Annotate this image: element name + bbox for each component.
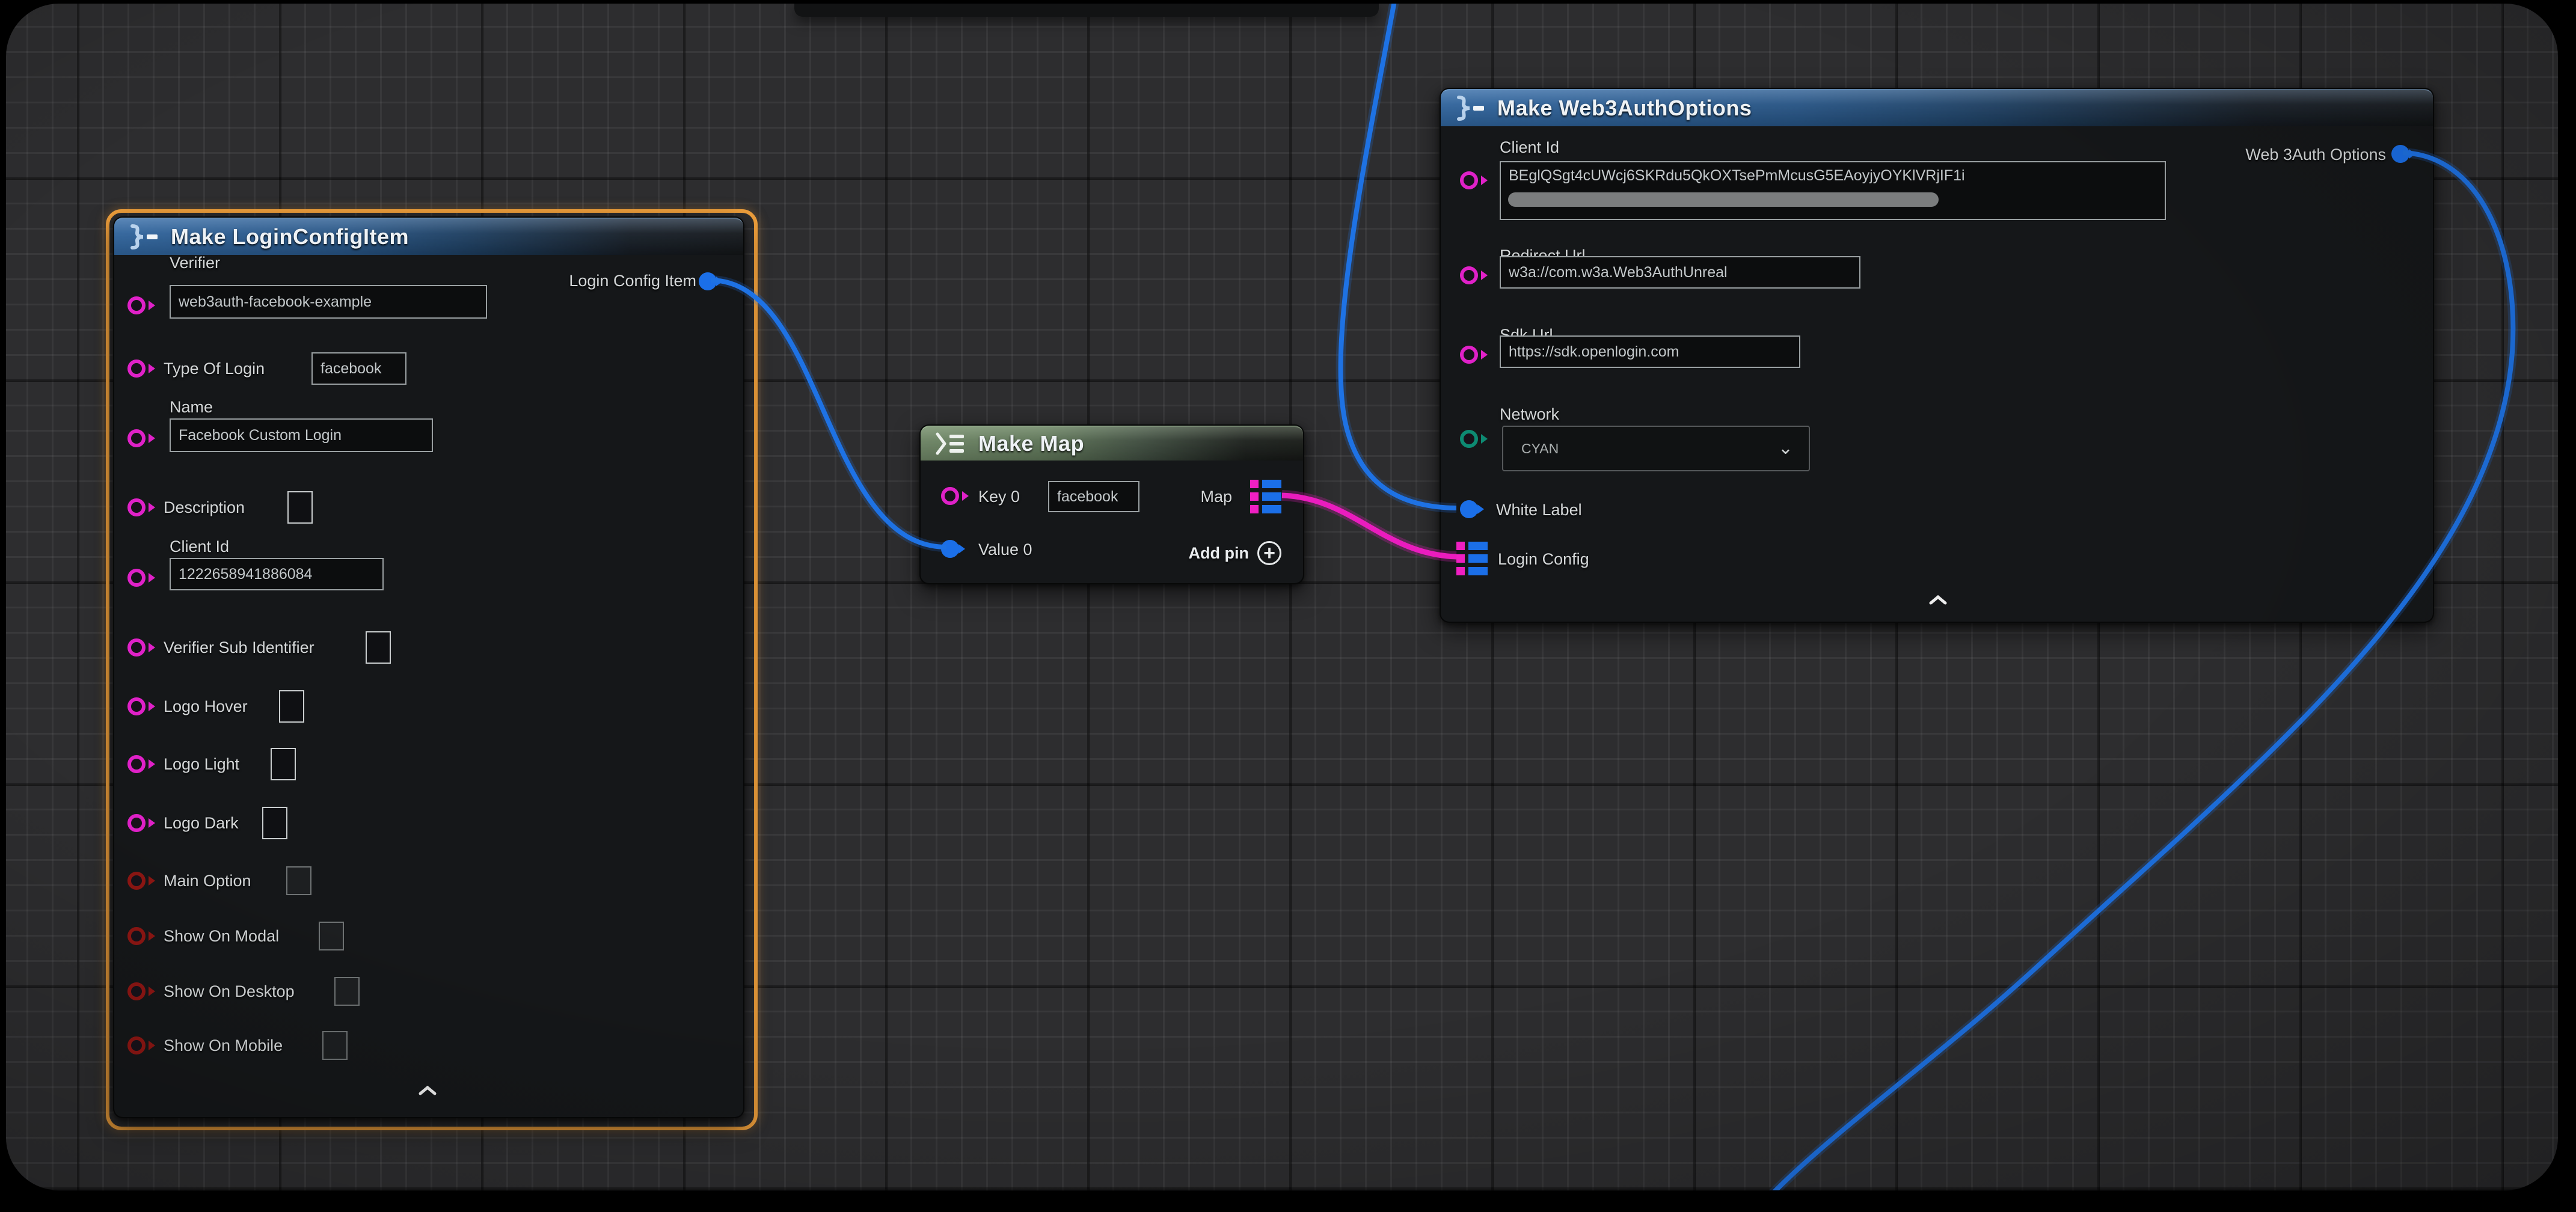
add-pin-plus-icon: + — [1257, 541, 1281, 565]
node-title: Make Web3AuthOptions — [1497, 96, 1752, 121]
logo-light-field[interactable] — [271, 748, 296, 780]
redirect-url-field[interactable]: w3a://com.w3a.Web3AuthUnreal — [1500, 256, 1860, 289]
node-make-web3authoptions[interactable]: Make Web3AuthOptions Web 3Auth Options C… — [1440, 88, 2434, 623]
network-dropdown[interactable]: CYAN ⌄ — [1502, 426, 1810, 471]
input-pin-login-config[interactable] — [1456, 542, 1488, 575]
pin-label: Show On Desktop — [164, 982, 295, 1001]
input-pin-logo-dark[interactable] — [127, 814, 146, 832]
pin-label: Description — [164, 498, 245, 517]
input-pin-network[interactable] — [1460, 430, 1478, 448]
name-field[interactable]: Facebook Custom Login — [170, 418, 433, 452]
pin-label: Logo Hover — [164, 697, 248, 716]
show-on-mobile-checkbox[interactable] — [322, 1031, 348, 1060]
node-title: Make Map — [978, 431, 1084, 456]
input-pin-show-on-modal[interactable] — [127, 927, 146, 945]
input-pin-show-on-desktop[interactable] — [127, 982, 146, 1000]
node-header[interactable]: Make LoginConfigItem — [114, 218, 743, 255]
logo-hover-field[interactable] — [279, 690, 304, 723]
client-id-field[interactable]: 1222658941886084 — [170, 558, 384, 590]
show-on-modal-checkbox[interactable] — [319, 922, 344, 950]
verifier-sub-identifier-field[interactable] — [366, 631, 391, 664]
pin-label: Name — [170, 398, 213, 417]
make-struct-icon — [127, 224, 160, 249]
pin-label: Verifier — [170, 254, 220, 272]
graph-canvas[interactable]: Make LoginConfigItem Login Config Item V… — [6, 4, 2558, 1190]
node-title: Make LoginConfigItem — [171, 224, 409, 249]
add-pin-button[interactable]: Add pin + — [1189, 541, 1281, 565]
output-pin-web3auth-options[interactable] — [2391, 145, 2409, 163]
input-pin-sdk-url[interactable] — [1460, 346, 1478, 364]
input-pin-client-id[interactable] — [1460, 171, 1478, 189]
pin-label: Show On Mobile — [164, 1036, 283, 1055]
pin-label: Network — [1500, 405, 1559, 424]
output-pin-login-config-item[interactable] — [699, 272, 717, 290]
node-make-loginconfigitem[interactable]: Make LoginConfigItem Login Config Item V… — [113, 216, 744, 1118]
pin-label: Type Of Login — [164, 360, 265, 378]
input-pin-client-id[interactable] — [127, 569, 146, 587]
input-pin-value-0[interactable] — [941, 540, 959, 558]
pin-label: Logo Dark — [164, 814, 239, 833]
description-field[interactable] — [287, 491, 313, 524]
node-make-map[interactable]: Make Map Key 0 facebook Map Value 0 Add … — [919, 424, 1304, 584]
input-pin-redirect-url[interactable] — [1460, 266, 1478, 284]
type-of-login-field[interactable]: facebook — [311, 352, 406, 385]
add-pin-label: Add pin — [1189, 544, 1249, 563]
pin-label: Logo Light — [164, 755, 239, 774]
main-option-checkbox[interactable] — [286, 866, 311, 895]
sdk-url-field[interactable]: https://sdk.openlogin.com — [1500, 335, 1800, 368]
input-pin-key-0[interactable] — [941, 487, 959, 505]
input-pin-main-option[interactable] — [127, 872, 146, 890]
input-pin-logo-hover[interactable] — [127, 697, 146, 715]
key-0-field[interactable]: facebook — [1048, 481, 1139, 512]
blueprint-editor: Make LoginConfigItem Login Config Item V… — [0, 0, 2576, 1212]
pin-label: Client Id — [170, 537, 229, 556]
input-pin-white-label[interactable] — [1460, 500, 1478, 518]
input-pin-description[interactable] — [127, 498, 146, 516]
wire-loginconfigitem-to-value0[interactable] — [711, 280, 946, 547]
input-pin-name[interactable] — [127, 429, 146, 447]
input-pin-logo-light[interactable] — [127, 755, 146, 773]
output-pin-label: Login Config Item — [569, 272, 696, 290]
pin-label: Key 0 — [978, 488, 1020, 506]
make-struct-icon — [1454, 96, 1486, 121]
pin-label: Main Option — [164, 872, 251, 890]
input-pin-verifier-sub-identifier[interactable] — [127, 638, 146, 656]
show-on-desktop-checkbox[interactable] — [334, 977, 360, 1006]
input-pin-type-of-login[interactable] — [127, 360, 146, 378]
verifier-field[interactable]: web3auth-facebook-example — [170, 285, 487, 319]
output-pin-label: Web 3Auth Options — [2245, 145, 2386, 164]
node-header[interactable]: Make Map — [921, 426, 1303, 461]
wire-map-to-login-config[interactable] — [1282, 495, 1456, 557]
pin-label: Value 0 — [978, 540, 1032, 559]
offscreen-node-bottom[interactable] — [794, 4, 1379, 17]
output-pin-map[interactable] — [1250, 480, 1281, 513]
node-header[interactable]: Make Web3AuthOptions — [1441, 89, 2433, 126]
collapse-chevron-icon[interactable] — [1929, 595, 1947, 608]
client-id-field[interactable]: BEglQSgt4cUWcj6SKRdu5QkOXTsePmMcusG5EAoy… — [1500, 161, 2166, 220]
network-selected-value: CYAN — [1521, 441, 1559, 457]
input-pin-show-on-mobile[interactable] — [127, 1036, 146, 1054]
collapse-chevron-icon[interactable] — [419, 1086, 437, 1098]
logo-dark-field[interactable] — [262, 807, 287, 839]
make-map-icon — [934, 432, 968, 456]
pin-label: Login Config — [1498, 550, 1589, 569]
output-pin-label: Map — [1200, 488, 1232, 506]
pin-label: Client Id — [1500, 138, 1559, 157]
pin-label: Show On Modal — [164, 927, 279, 946]
pin-label: White Label — [1496, 501, 1582, 519]
pin-label: Verifier Sub Identifier — [164, 638, 314, 657]
input-pin-verifier[interactable] — [127, 296, 146, 314]
client-id-scrollbar[interactable] — [1508, 192, 1939, 207]
